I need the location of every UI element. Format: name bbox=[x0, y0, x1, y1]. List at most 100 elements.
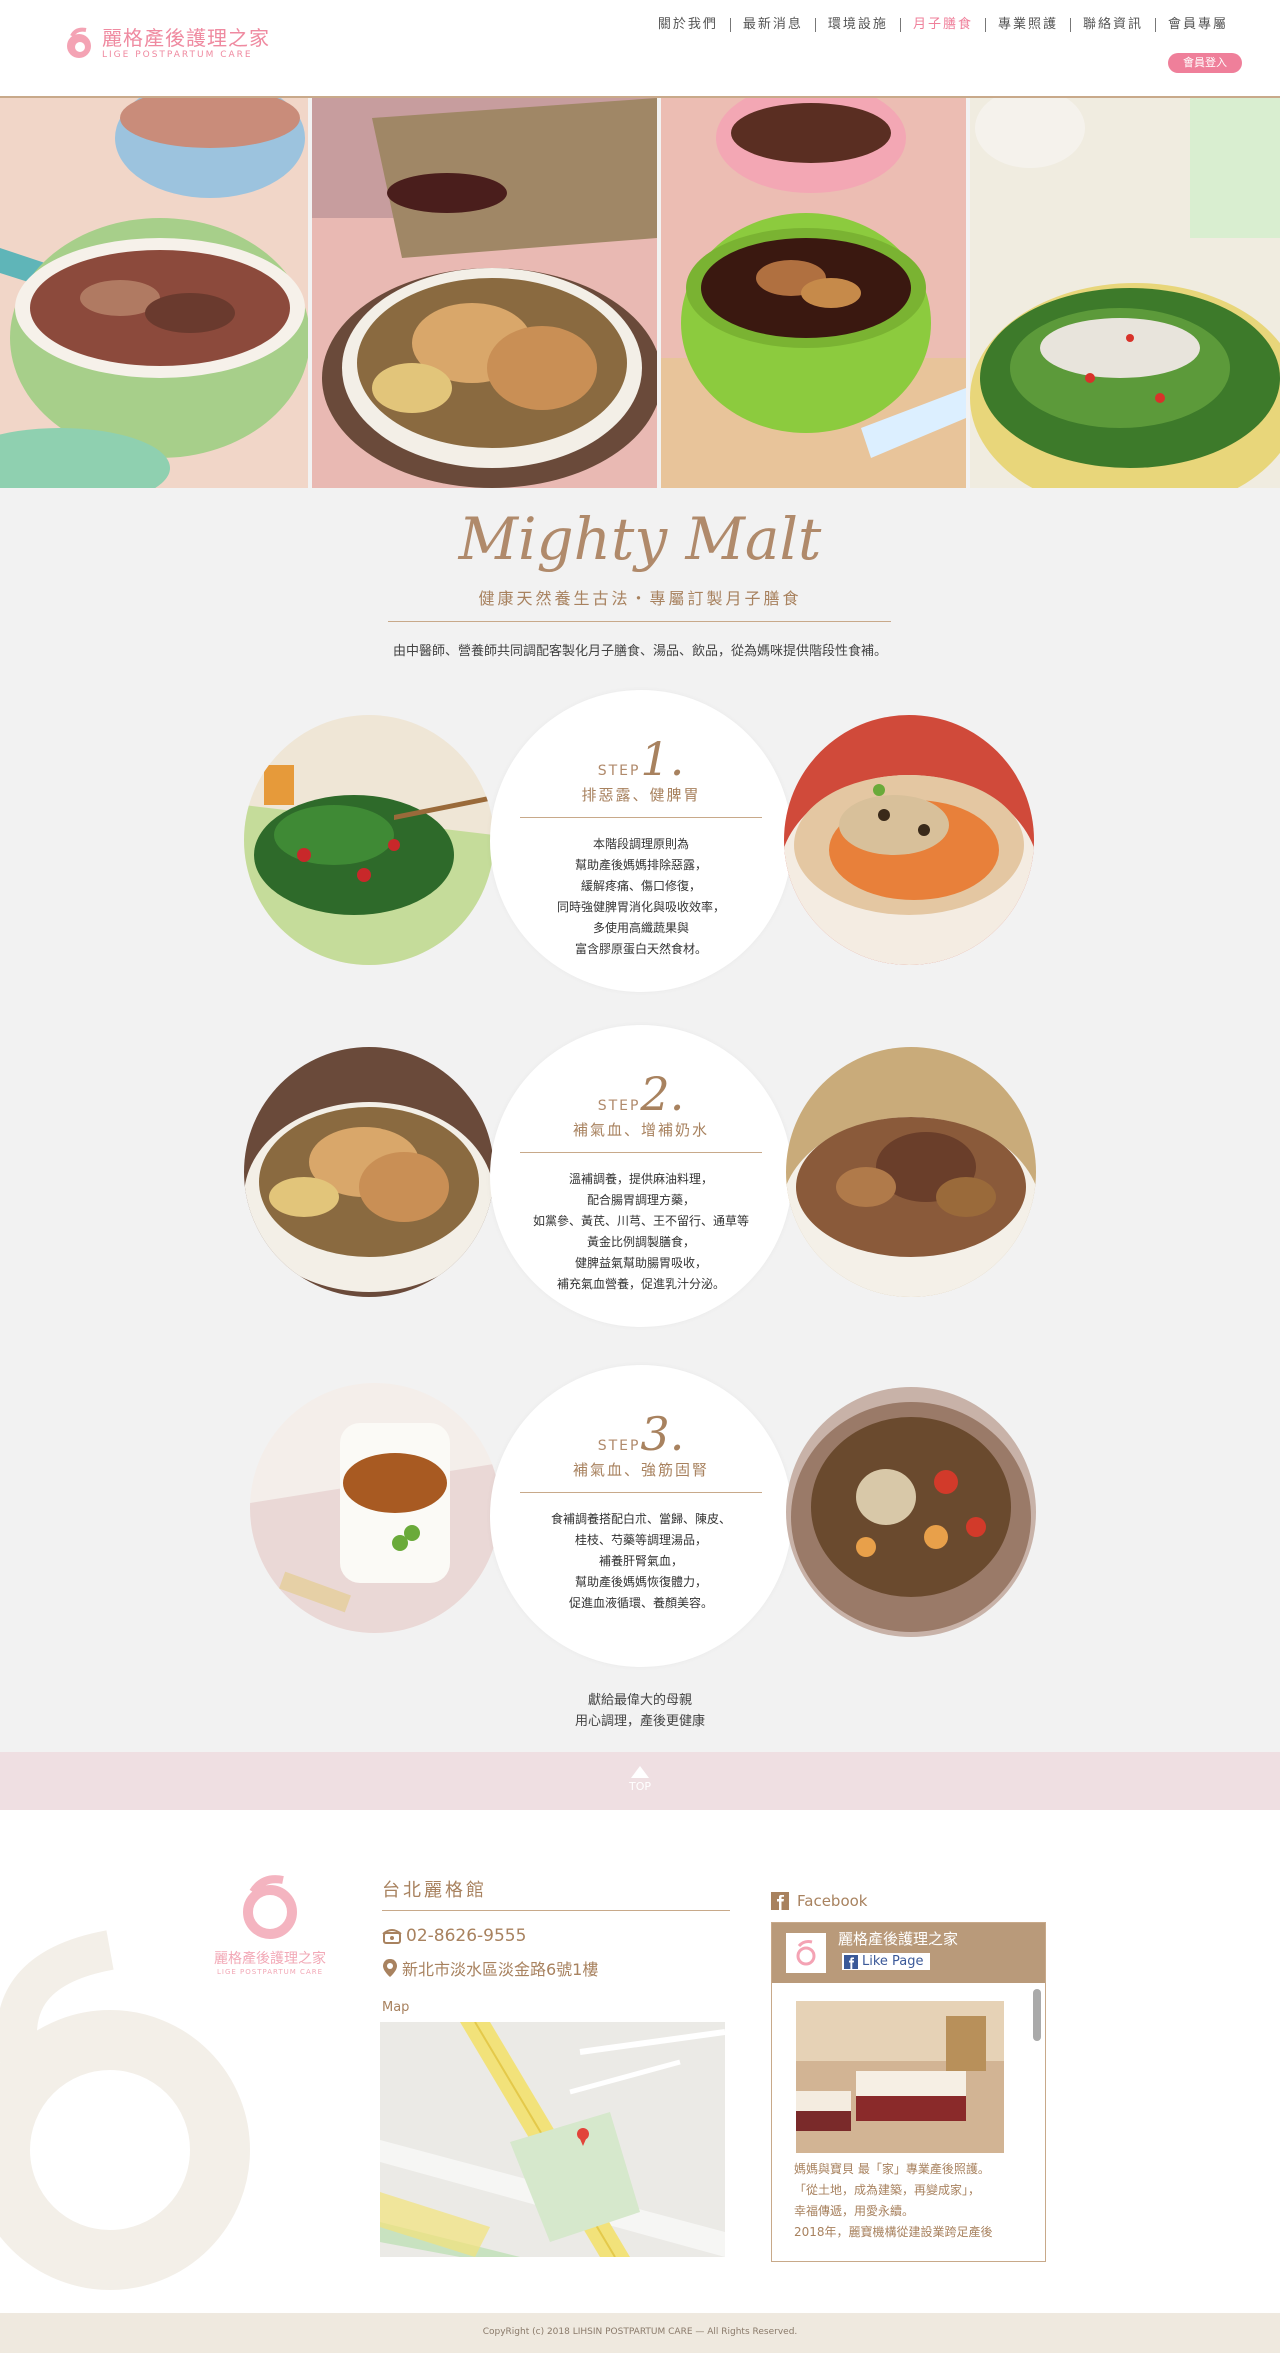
footer-logo[interactable]: 麗格產後護理之家 LIGE POSTPARTUM CARE bbox=[210, 1870, 330, 1976]
step1-text-line: 幫助產後媽媽排除惡露， bbox=[574, 858, 707, 872]
hero-photo-chicken-soup bbox=[312, 98, 657, 488]
step1-photo-left bbox=[244, 715, 494, 965]
branch-divider bbox=[382, 1910, 730, 1911]
fb-post-line: 「從土地，成為建築，再變成家」， bbox=[794, 2183, 981, 2197]
section-description: 由中醫師、營養師共同調配客製化月子膳食、湯品、飲品，從為媽咪提供階段性食補。 bbox=[392, 644, 887, 659]
step2-photo-right bbox=[786, 1047, 1036, 1297]
step2-number: 2. bbox=[640, 1067, 685, 1121]
step2-text-line: 配合腸胃調理方藥， bbox=[586, 1193, 695, 1207]
back-to-top-bar: TOP bbox=[0, 1752, 1280, 1810]
step1-label: STEP bbox=[597, 763, 641, 779]
address-row: 新北市淡水區淡金路6號1樓 bbox=[382, 1956, 598, 1980]
step1-text-line: 多使用高纖蔬果與 bbox=[592, 921, 689, 935]
step2-text-line: 溫補調養，提供麻油料理， bbox=[568, 1172, 713, 1186]
nav-news[interactable]: 最新消息 bbox=[731, 18, 816, 32]
step3-text-line: 食補調養搭配白朮、當歸、陳皮、 bbox=[550, 1512, 731, 1526]
meal-step-2: STEP2. 補氣血、增補奶水 溫補調養，提供麻油料理， 配合腸胃調理方藥， 如… bbox=[0, 1025, 1280, 1335]
step3-text-line: 補養肝腎氣血， bbox=[598, 1554, 683, 1568]
footer-logo-mark-icon bbox=[243, 1875, 297, 1939]
fb-page-avatar[interactable] bbox=[786, 1933, 826, 1973]
nav-care[interactable]: 專業照護 bbox=[986, 18, 1071, 32]
phone-number[interactable]: 02-8626-9555 bbox=[406, 1926, 526, 1946]
facebook-heading: Facebook bbox=[771, 1892, 867, 1910]
step2-card: STEP2. 補氣血、增補奶水 溫補調養，提供麻油料理， 配合腸胃調理方藥， 如… bbox=[490, 1025, 792, 1327]
step1-text-line: 本階段調理原則為 bbox=[592, 837, 689, 851]
step1-divider bbox=[520, 817, 762, 818]
fb-like-label: Like Page bbox=[862, 1954, 924, 1969]
fb-widget-scrollbar[interactable] bbox=[1033, 1989, 1041, 2041]
phone-row: 02-8626-9555 bbox=[382, 1926, 526, 1946]
footer-logo-tagline: LIGE POSTPARTUM CARE bbox=[216, 1968, 324, 1976]
location-map[interactable] bbox=[380, 2022, 725, 2257]
arrow-up-icon bbox=[631, 1766, 649, 1778]
fb-post-photo[interactable] bbox=[796, 2001, 1004, 2153]
step3-photo-right bbox=[786, 1387, 1036, 1637]
back-to-top-button[interactable]: TOP bbox=[620, 1766, 660, 1793]
logo-name: 麗格產後護理之家 bbox=[102, 25, 270, 50]
closing-line: 獻給最偉大的母親 bbox=[587, 1693, 692, 1708]
fb-post-line: 幸福傳遞，用愛永續。 bbox=[794, 2204, 915, 2218]
step1-photo-right bbox=[784, 715, 1034, 965]
section-subtitle: 健康天然養生古法・專屬訂製月子膳食 bbox=[478, 589, 802, 608]
step3-divider bbox=[520, 1492, 762, 1493]
facebook-page-widget[interactable]: 麗格產後護理之家 Like Page 媽媽與寶貝 最「家」專業產後照護。 「從土… bbox=[771, 1922, 1046, 2262]
site-header: 麗格產後護理之家 LIGE POSTPARTUM CARE 關於我們 最新消息 … bbox=[0, 0, 1280, 98]
fb-post-line: 2018年，麗寶機構從建設業跨足產後 bbox=[794, 2225, 993, 2239]
step2-label: STEP bbox=[597, 1098, 641, 1114]
site-logo[interactable]: 麗格產後護理之家 LIGE POSTPARTUM CARE bbox=[60, 24, 270, 62]
step3-photo-left bbox=[250, 1383, 500, 1633]
step2-text-line: 健脾益氣幫助腸胃吸收， bbox=[574, 1256, 707, 1270]
nav-members[interactable]: 會員專屬 bbox=[1156, 18, 1240, 32]
map-label: Map bbox=[382, 2000, 410, 2015]
phone-icon bbox=[382, 1929, 402, 1944]
step3-card: STEP3. 補氣血、強筋固腎 食補調養搭配白朮、當歸、陳皮、 桂枝、芍藥等調理… bbox=[490, 1365, 792, 1667]
step1-text-line: 同時強健脾胃消化與吸收效率， bbox=[556, 900, 725, 914]
address-text: 新北市淡水區淡金路6號1樓 bbox=[402, 1960, 599, 1979]
meal-step-1: STEP1. 排惡露、健脾胃 本階段調理原則為 幫助產後媽媽排除惡露， 緩解疼痛… bbox=[0, 690, 1280, 1000]
step1-title: 排惡露、健脾胃 bbox=[581, 786, 701, 804]
hero-photo-greens bbox=[970, 98, 1280, 488]
step2-divider bbox=[520, 1152, 762, 1153]
branch-name: 台北麗格館 bbox=[382, 1880, 487, 1901]
fb-like-page-button[interactable]: Like Page bbox=[842, 1953, 930, 1970]
section-script-title: Mighty Malt bbox=[458, 505, 822, 573]
hero-photo-strip bbox=[0, 98, 1280, 488]
nav-meals[interactable]: 月子膳食 bbox=[901, 18, 986, 32]
copyright-text: CopyRight (c) 2018 LIHSIN POSTPARTUM CAR… bbox=[482, 2327, 798, 2337]
site-footer: 麗格產後護理之家 LIGE POSTPARTUM CARE 台北麗格館 02-8… bbox=[0, 1810, 1280, 2313]
step3-number: 3. bbox=[640, 1407, 685, 1461]
nav-contact[interactable]: 聯絡資訊 bbox=[1071, 18, 1156, 32]
step2-photo-left bbox=[244, 1047, 494, 1297]
step1-number: 1. bbox=[640, 732, 685, 786]
step1-text-line: 富含膠原蛋白天然食材。 bbox=[574, 942, 707, 956]
member-login-button[interactable]: 會員登入 bbox=[1168, 53, 1242, 73]
nav-facilities[interactable]: 環境設施 bbox=[816, 18, 901, 32]
logo-mark-icon bbox=[67, 27, 91, 58]
footer-logo-name: 麗格產後護理之家 bbox=[214, 1951, 326, 1967]
meal-step-3: STEP3. 補氣血、強筋固腎 食補調養搭配白朮、當歸、陳皮、 桂枝、芍藥等調理… bbox=[0, 1365, 1280, 1675]
hero-photo-grain-porridge bbox=[0, 98, 308, 488]
facebook-f-icon bbox=[844, 1954, 858, 1969]
logo-tagline: LIGE POSTPARTUM CARE bbox=[102, 49, 253, 60]
step2-text-line: 黃金比例調製膳食， bbox=[586, 1235, 695, 1249]
closing-message: 獻給最偉大的母親 用心調理，產後更健康 bbox=[0, 1690, 1280, 1732]
fb-post-text: 媽媽與寶貝 最「家」專業產後照護。 「從土地，成為建築，再變成家」， 幸福傳遞，… bbox=[794, 2159, 1024, 2243]
facebook-heading-text: Facebook bbox=[797, 1892, 868, 1910]
step3-label: STEP bbox=[597, 1438, 641, 1454]
section-divider bbox=[388, 621, 891, 622]
step1-text-line: 緩解疼痛、傷口修復， bbox=[580, 879, 701, 893]
step2-text-line: 如黨參、黃芪、川芎、王不留行、通草等 bbox=[532, 1214, 749, 1228]
step2-title: 補氣血、增補奶水 bbox=[572, 1121, 709, 1139]
top-label: TOP bbox=[628, 1780, 651, 1793]
hero-photo-sweet-soup bbox=[661, 98, 966, 488]
copyright-bar: CopyRight (c) 2018 LIHSIN POSTPARTUM CAR… bbox=[0, 2313, 1280, 2353]
main-nav: 關於我們 最新消息 環境設施 月子膳食 專業照護 聯絡資訊 會員專屬 bbox=[646, 18, 1240, 32]
step3-text-line: 促進血液循環、養顏美容。 bbox=[568, 1596, 713, 1610]
fb-page-name[interactable]: 麗格產後護理之家 bbox=[838, 1928, 958, 1949]
fb-post-line: 媽媽與寶貝 最「家」專業產後照護。 bbox=[794, 2162, 990, 2176]
closing-line: 用心調理，產後更健康 bbox=[574, 1714, 705, 1729]
location-pin-icon bbox=[383, 1959, 397, 1977]
step1-card: STEP1. 排惡露、健脾胃 本階段調理原則為 幫助產後媽媽排除惡露， 緩解疼痛… bbox=[490, 690, 792, 992]
nav-about[interactable]: 關於我們 bbox=[646, 18, 731, 32]
step3-text-line: 桂枝、芍藥等調理湯品， bbox=[574, 1533, 707, 1547]
